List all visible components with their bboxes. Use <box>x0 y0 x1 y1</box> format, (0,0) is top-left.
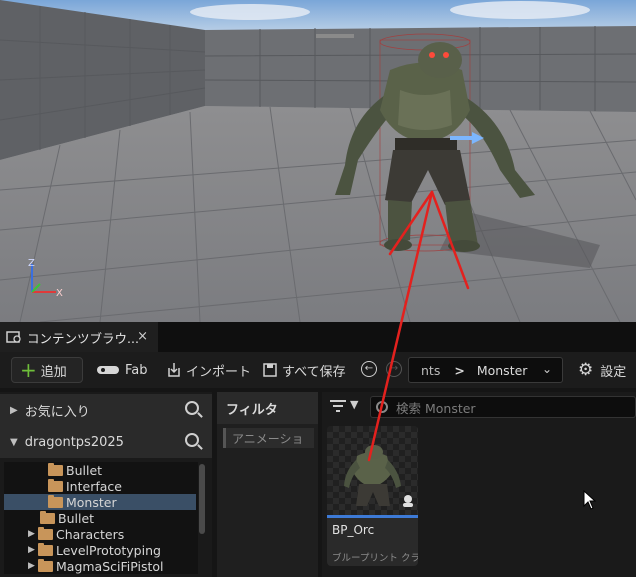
viewport-scene <box>0 0 636 322</box>
asset-type-label: ブループリント クラス <box>332 553 418 564</box>
folder-magmascifipistol[interactable]: ▶ MagmaSciFiPistol <box>28 558 164 574</box>
mouse-cursor-icon <box>583 490 597 510</box>
fab-icon <box>97 366 119 374</box>
folder-icon <box>48 494 63 508</box>
chevron-right-icon: ▶ <box>10 404 18 416</box>
folder-label: Bullet <box>66 462 103 478</box>
chevron-down-icon[interactable]: ⌄ <box>542 362 552 376</box>
folder-bullet-2[interactable]: Bullet <box>40 510 94 526</box>
chevron-right-icon[interactable]: ▶ <box>28 561 38 571</box>
close-icon[interactable]: × <box>137 329 148 344</box>
plus-icon: + <box>20 358 37 382</box>
settings-button[interactable]: ⚙ 設定 <box>578 357 626 383</box>
forward-arrow-icon[interactable]: → <box>386 361 402 377</box>
asset-search-input[interactable]: 検索 Monster <box>370 396 636 418</box>
asset-tile-bp-orc[interactable]: BP_Orc ブループリント クラス <box>327 426 418 566</box>
asset-view: ▼ 検索 Monster BP_Orc ブループリント クラス <box>322 392 636 577</box>
filter-header: フィルタ <box>217 392 318 424</box>
project-header[interactable]: ▼ dragontps2025 <box>0 426 212 458</box>
folder-bullet[interactable]: Bullet <box>48 462 102 478</box>
folder-label: Bullet <box>58 510 95 526</box>
search-icon <box>376 401 388 413</box>
import-button[interactable]: インポート <box>166 357 251 383</box>
filter-icon[interactable] <box>330 400 346 412</box>
folder-label: Interface <box>66 478 122 494</box>
folder-tree: Bullet Interface Monster Bullet ▶ Charac… <box>4 462 198 574</box>
breadcrumb-separator-icon: > <box>454 362 465 378</box>
folder-icon <box>38 526 53 540</box>
axis-z-label: Z <box>28 258 35 269</box>
chevron-right-icon[interactable]: ▶ <box>28 529 38 539</box>
asset-type-bar <box>327 515 418 518</box>
chevron-down-icon: ▼ <box>10 436 18 448</box>
asset-name: BP_Orc <box>332 523 375 537</box>
chevron-right-icon[interactable]: ▶ <box>28 545 38 555</box>
content-browser-toolbar: + 追加 Fab インポート すべて保存 ← → nts > Monster ⌄… <box>0 352 636 388</box>
sources-panel: ▶ お気に入り ▼ dragontps2025 Bullet Interface… <box>0 392 212 577</box>
fab-button[interactable]: Fab <box>97 357 148 383</box>
folder-icon <box>48 462 63 476</box>
import-button-label: インポート <box>186 364 252 380</box>
folder-characters[interactable]: ▶ Characters <box>28 526 124 542</box>
favorites-label: お気に入り <box>24 404 90 420</box>
content-browser-icon <box>6 330 22 344</box>
folder-interface[interactable]: Interface <box>48 478 122 494</box>
folder-icon <box>40 510 55 524</box>
gear-icon: ⚙ <box>578 360 594 380</box>
save-icon <box>263 363 277 377</box>
folder-label: LevelPrototyping <box>56 542 161 558</box>
favorites-header[interactable]: ▶ お気に入り <box>0 394 212 426</box>
project-label: dragontps2025 <box>24 434 124 450</box>
tab-content-browser[interactable]: コンテンツブラウ... × <box>0 322 158 352</box>
breadcrumb-current[interactable]: Monster <box>477 363 528 378</box>
folder-label: Monster <box>66 494 117 510</box>
filter-chip-animation[interactable]: アニメーショ <box>223 428 314 448</box>
axis-x-label: X <box>56 288 63 299</box>
chevron-down-icon[interactable]: ▼ <box>350 398 358 411</box>
content-browser-tabstrip: コンテンツブラウ... × <box>0 322 636 352</box>
tree-scrollbar[interactable] <box>199 464 205 534</box>
search-icon[interactable] <box>185 401 199 415</box>
asset-toolbar: ▼ 検索 Monster <box>322 392 636 422</box>
search-icon[interactable] <box>185 433 199 447</box>
axis-gizmo: Z X <box>28 258 63 299</box>
add-button-label: 追加 <box>40 364 67 380</box>
back-arrow-icon[interactable]: ← <box>361 361 377 377</box>
folder-levelprototyping[interactable]: ▶ LevelPrototyping <box>28 542 161 558</box>
folder-label: MagmaSciFiPistol <box>56 558 164 574</box>
breadcrumb[interactable]: nts > Monster ⌄ <box>408 357 563 383</box>
fab-button-label: Fab <box>125 362 148 378</box>
save-all-button-label: すべて保存 <box>282 364 346 380</box>
settings-button-label: 設定 <box>600 364 627 380</box>
filter-panel: フィルタ アニメーショ <box>217 392 318 577</box>
folder-monster[interactable]: Monster <box>4 494 196 510</box>
import-icon <box>168 363 180 377</box>
folder-label: Characters <box>56 526 125 542</box>
asset-thumbnail <box>327 426 418 515</box>
level-viewport[interactable]: Z X <box>0 0 636 322</box>
save-all-button[interactable]: すべて保存 <box>263 357 346 383</box>
folder-icon <box>38 558 53 572</box>
asset-search-placeholder: 検索 Monster <box>396 400 476 416</box>
tab-title: コンテンツブラウ... <box>27 330 139 346</box>
folder-icon <box>38 542 53 556</box>
breadcrumb-prev[interactable]: nts <box>421 363 440 378</box>
add-button[interactable]: + 追加 <box>11 357 83 383</box>
blueprint-badge-icon <box>403 495 413 507</box>
folder-icon <box>48 478 63 492</box>
